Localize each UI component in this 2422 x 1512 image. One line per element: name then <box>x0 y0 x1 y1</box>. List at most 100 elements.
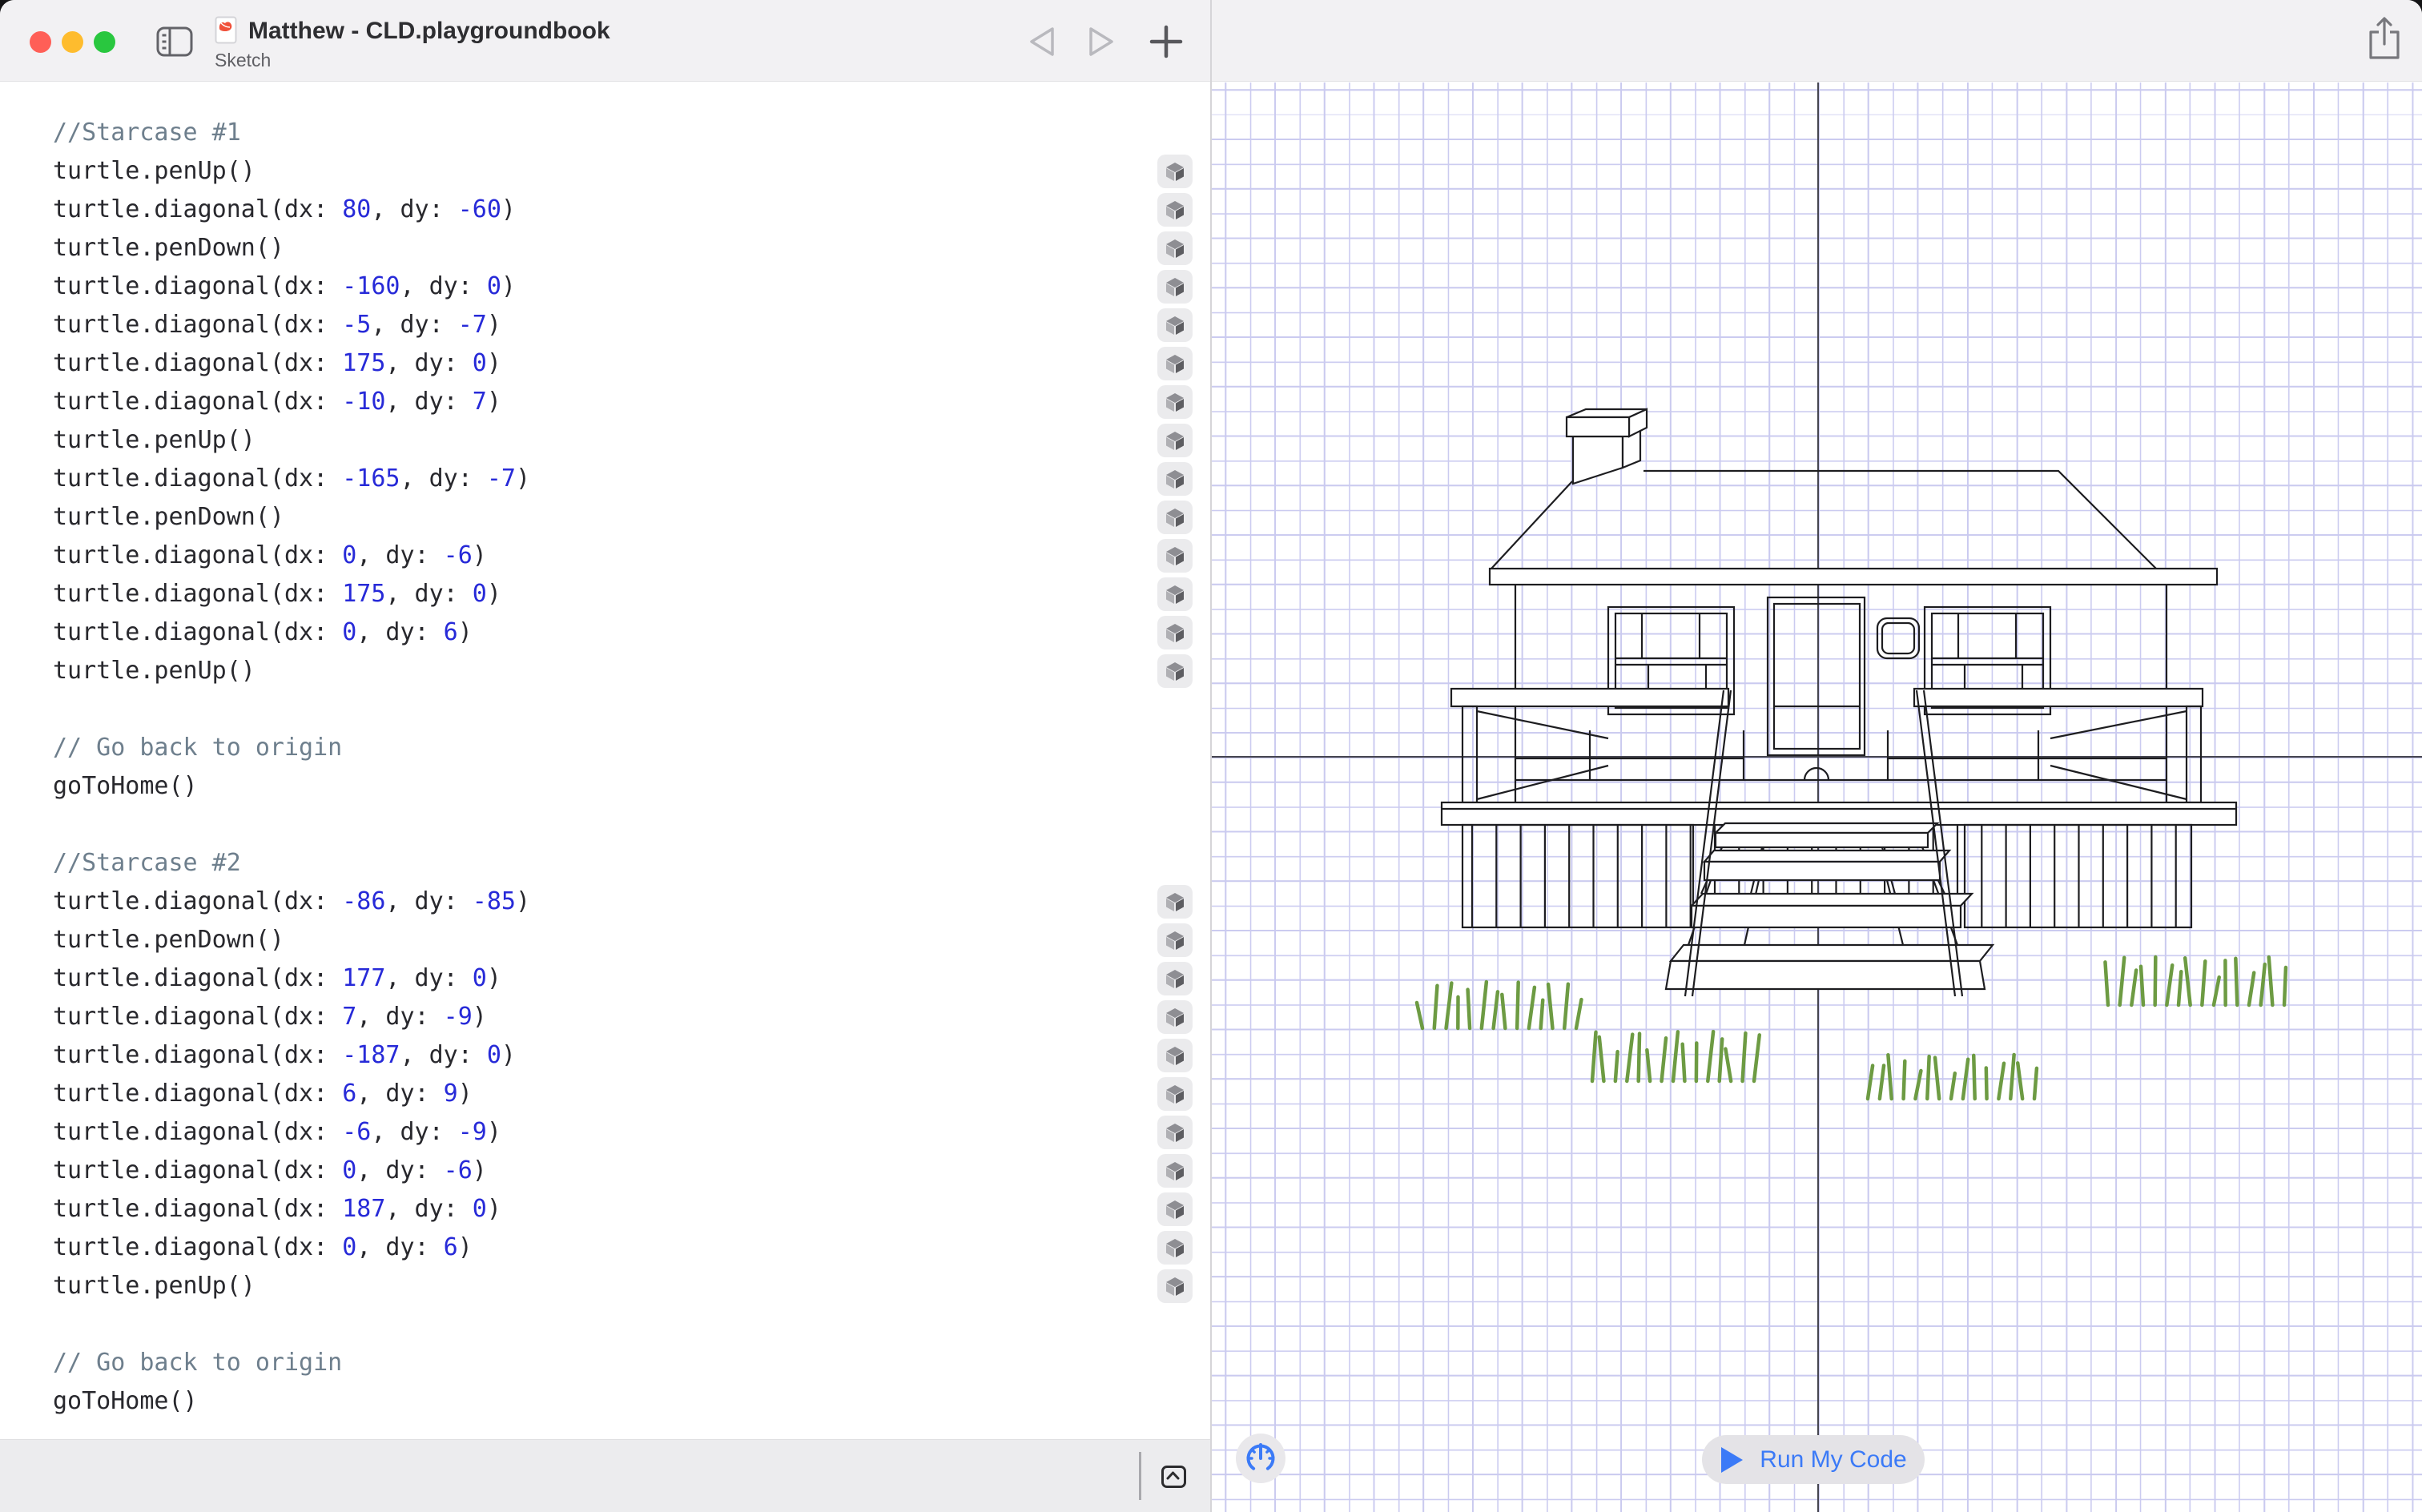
rail-band-right <box>1913 687 2204 708</box>
cube-icon <box>1166 1161 1184 1180</box>
cube-icon <box>1166 392 1184 412</box>
run-line-marker[interactable] <box>1157 577 1193 611</box>
code-line[interactable]: turtle.diagonal(dx: -5, dy: -7) <box>53 306 530 344</box>
run-line-marker[interactable] <box>1157 1231 1193 1265</box>
cube-icon <box>1166 1238 1184 1257</box>
drawing-canvas[interactable]: Run My Code <box>1212 82 2422 1512</box>
cube-icon <box>1166 1084 1184 1104</box>
code-blank-line[interactable] <box>53 806 530 844</box>
code-line[interactable]: turtle.diagonal(dx: 7, dy: -9) <box>53 998 530 1036</box>
run-line-marker[interactable] <box>1157 385 1193 419</box>
run-my-code-button[interactable]: Run My Code <box>1702 1435 1925 1484</box>
plus-icon[interactable] <box>1149 25 1183 58</box>
run-line-marker[interactable] <box>1157 270 1193 304</box>
transom-window <box>1876 617 1921 660</box>
code-line[interactable]: turtle.penDown() <box>53 229 530 267</box>
cube-icon <box>1166 431 1184 450</box>
sidebar-toggle-icon[interactable] <box>156 26 193 57</box>
speedometer-icon[interactable] <box>1236 1434 1285 1483</box>
run-line-marker[interactable] <box>1157 193 1193 227</box>
code-line[interactable]: turtle.diagonal(dx: 187, dy: 0) <box>53 1190 530 1228</box>
run-line-marker[interactable] <box>1157 308 1193 342</box>
code-line[interactable]: turtle.penDown() <box>53 498 530 537</box>
cube-icon <box>1166 931 1184 950</box>
cube-icon <box>1166 585 1184 604</box>
code-line[interactable]: turtle.penUp() <box>53 421 530 460</box>
playgrounds-window: Matthew - CLD.playgroundbook Sketch //St… <box>0 0 2422 1512</box>
code-line[interactable]: turtle.penUp() <box>53 652 530 690</box>
code-line[interactable]: //Starcase #2 <box>53 844 530 883</box>
run-line-marker[interactable] <box>1157 1192 1193 1226</box>
code-blank-line[interactable] <box>53 690 530 729</box>
run-line-marker[interactable] <box>1157 1039 1193 1072</box>
code-line[interactable]: turtle.diagonal(dx: 0, dy: 6) <box>53 1228 530 1267</box>
code-line[interactable]: turtle.penUp() <box>53 152 530 191</box>
code-line[interactable]: turtle.diagonal(dx: 0, dy: -6) <box>53 537 530 575</box>
run-line-marker[interactable] <box>1157 347 1193 380</box>
editor-bottom-bar <box>0 1439 1210 1512</box>
code-content: //Starcase #1 turtle.penUp() turtle.diagon… <box>53 114 530 1421</box>
run-line-marker[interactable] <box>1157 1000 1193 1034</box>
code-line[interactable]: //Starcase #1 <box>53 114 530 152</box>
turtle-house-drawing <box>1414 408 2288 1101</box>
code-line[interactable]: turtle.penUp() <box>53 1267 530 1305</box>
roof-ridge <box>1644 469 2157 569</box>
back-chevron-icon[interactable] <box>1030 27 1054 56</box>
code-line[interactable]: turtle.diagonal(dx: 6, dy: 9) <box>53 1075 530 1113</box>
code-line[interactable]: turtle.diagonal(dx: 175, dy: 0) <box>53 575 530 613</box>
code-line[interactable]: turtle.diagonal(dx: 80, dy: -60) <box>53 191 530 229</box>
cube-icon <box>1166 200 1184 219</box>
run-line-marker[interactable] <box>1157 1116 1193 1149</box>
code-editor-panel[interactable]: //Starcase #1 turtle.penUp() turtle.diagon… <box>0 82 1210 1512</box>
cube-icon <box>1166 354 1184 373</box>
code-line[interactable]: turtle.diagonal(dx: -160, dy: 0) <box>53 267 530 306</box>
chimney <box>1565 408 1648 485</box>
cube-icon <box>1166 316 1184 335</box>
chevron-up-box-icon[interactable] <box>1161 1466 1186 1488</box>
code-line[interactable]: turtle.diagonal(dx: -165, dy: -7) <box>53 460 530 498</box>
cube-icon <box>1166 1123 1184 1142</box>
code-line[interactable]: turtle.diagonal(dx: -86, dy: -85) <box>53 883 530 921</box>
cube-icon <box>1166 162 1184 181</box>
code-line[interactable]: goToHome() <box>53 767 530 806</box>
cube-icon <box>1166 1277 1184 1296</box>
cube-icon <box>1166 508 1184 527</box>
code-line[interactable]: turtle.diagonal(dx: -6, dy: -9) <box>53 1113 530 1152</box>
code-line[interactable]: turtle.penDown() <box>53 921 530 959</box>
run-line-marker[interactable] <box>1157 1154 1193 1188</box>
run-line-marker[interactable] <box>1157 616 1193 649</box>
run-line-marker[interactable] <box>1157 424 1193 457</box>
run-line-marker[interactable] <box>1157 462 1193 496</box>
forward-chevron-icon[interactable] <box>1089 27 1113 56</box>
share-icon[interactable] <box>2369 17 2400 59</box>
run-line-marker[interactable] <box>1157 539 1193 573</box>
code-line[interactable]: turtle.diagonal(dx: 175, dy: 0) <box>53 344 530 383</box>
cube-icon <box>1166 1007 1184 1027</box>
run-line-marker[interactable] <box>1157 1269 1193 1303</box>
cube-icon <box>1166 969 1184 988</box>
roof-fascia <box>1488 567 2219 586</box>
run-line-marker[interactable] <box>1157 155 1193 188</box>
scroll-indicator[interactable] <box>1139 1452 1141 1500</box>
code-line[interactable]: turtle.diagonal(dx: 0, dy: 6) <box>53 613 530 652</box>
code-line[interactable]: turtle.diagonal(dx: -187, dy: 0) <box>53 1036 530 1075</box>
run-line-marker[interactable] <box>1157 962 1193 995</box>
run-line-marker[interactable] <box>1157 923 1193 957</box>
cube-icon <box>1166 469 1184 489</box>
code-line[interactable]: goToHome() <box>53 1382 530 1421</box>
code-line[interactable]: turtle.diagonal(dx: 0, dy: -6) <box>53 1152 530 1190</box>
code-line[interactable]: // Go back to origin <box>53 1344 530 1382</box>
code-line[interactable]: turtle.diagonal(dx: 177, dy: 0) <box>53 959 530 998</box>
code-line[interactable]: // Go back to origin <box>53 729 530 767</box>
run-line-marker[interactable] <box>1157 231 1193 265</box>
run-line-marker[interactable] <box>1157 654 1193 688</box>
run-line-marker[interactable] <box>1157 1077 1193 1111</box>
run-line-marker[interactable] <box>1157 501 1193 534</box>
run-line-marker[interactable] <box>1157 885 1193 919</box>
window-subtitle: Sketch <box>215 50 272 70</box>
cube-icon <box>1166 1046 1184 1065</box>
code-line[interactable]: turtle.diagonal(dx: -10, dy: 7) <box>53 383 530 421</box>
code-blank-line[interactable] <box>53 1305 530 1344</box>
cube-icon <box>1166 277 1184 296</box>
window-title: Matthew - CLD.playgroundbook <box>248 18 610 44</box>
